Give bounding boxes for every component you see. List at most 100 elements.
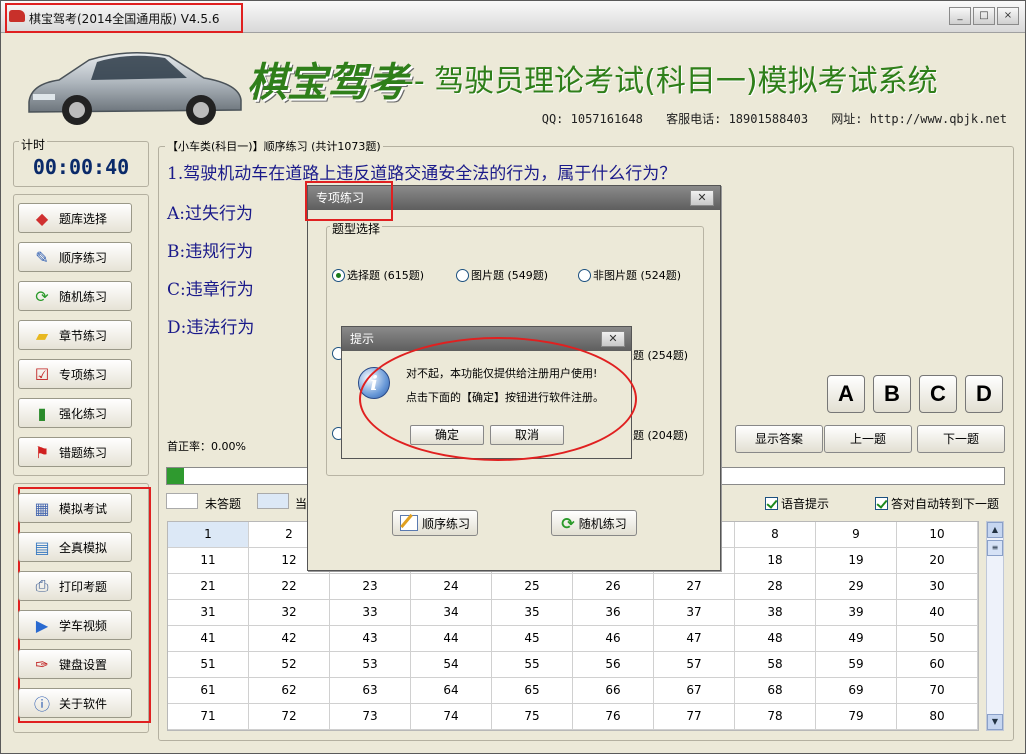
sidebar-tool-button-1[interactable]: ▦ 模拟考试	[18, 493, 132, 523]
question-number-cell[interactable]: 47	[654, 626, 735, 652]
minimize-button[interactable]: _	[949, 7, 971, 25]
auto-next-checkbox[interactable]: 答对自动转到下一题	[875, 495, 999, 512]
question-number-cell[interactable]: 50	[897, 626, 978, 652]
sidebar-tool-button-3[interactable]: ⎙ 打印考题	[18, 571, 132, 601]
answer-b-button[interactable]: B	[873, 375, 911, 413]
option-c[interactable]: C:违章行为	[167, 275, 254, 300]
sidebar-practice-button-2[interactable]: ✎ 顺序练习	[18, 242, 132, 272]
website[interactable]: 网址: http://www.qbjk.net	[831, 112, 1007, 126]
question-number-cell[interactable]: 64	[411, 678, 492, 704]
question-number-cell[interactable]: 39	[816, 600, 897, 626]
question-number-cell[interactable]: 44	[411, 626, 492, 652]
question-number-cell[interactable]: 51	[168, 652, 249, 678]
sidebar-practice-button-4[interactable]: ▰ 章节练习	[18, 320, 132, 350]
question-number-cell[interactable]: 1	[168, 522, 249, 548]
question-number-cell[interactable]: 38	[735, 600, 816, 626]
voice-prompt-checkbox[interactable]: 语音提示	[765, 495, 829, 512]
question-number-cell[interactable]: 59	[816, 652, 897, 678]
random-practice-button[interactable]: ⟳ 随机练习	[551, 510, 637, 536]
question-number-cell[interactable]: 21	[168, 574, 249, 600]
question-number-cell[interactable]: 60	[897, 652, 978, 678]
option-a[interactable]: A:过失行为	[167, 199, 253, 224]
question-number-cell[interactable]: 40	[897, 600, 978, 626]
question-number-cell[interactable]: 41	[168, 626, 249, 652]
sidebar-practice-button-5[interactable]: ☑ 专项练习	[18, 359, 132, 389]
question-number-cell[interactable]: 53	[330, 652, 411, 678]
question-number-cell[interactable]: 37	[654, 600, 735, 626]
question-number-cell[interactable]: 56	[573, 652, 654, 678]
question-number-cell[interactable]: 68	[735, 678, 816, 704]
question-number-cell[interactable]: 45	[492, 626, 573, 652]
question-number-cell[interactable]: 46	[573, 626, 654, 652]
question-number-cell[interactable]: 72	[249, 704, 330, 730]
question-number-cell[interactable]: 76	[573, 704, 654, 730]
sidebar-tool-button-2[interactable]: ▤ 全真模拟	[18, 532, 132, 562]
sidebar-practice-button-1[interactable]: ◆ 题库选择	[18, 203, 132, 233]
question-number-cell[interactable]: 63	[330, 678, 411, 704]
radio-non-picture-questions[interactable]: 非图片题 (524题)	[578, 267, 681, 283]
question-number-cell[interactable]: 70	[897, 678, 978, 704]
question-number-cell[interactable]: 25	[492, 574, 573, 600]
question-number-cell[interactable]: 31	[168, 600, 249, 626]
show-answer-button[interactable]: 显示答案	[735, 425, 823, 453]
prev-question-button[interactable]: 上一题	[824, 425, 912, 453]
option-d[interactable]: D:违法行为	[167, 313, 254, 338]
dialog-close-button[interactable]: ✕	[690, 190, 714, 206]
radio-picture-questions[interactable]: 图片题 (549题)	[456, 267, 548, 283]
question-number-cell[interactable]: 71	[168, 704, 249, 730]
sidebar-tool-button-6[interactable]: ⓘ 关于软件	[18, 688, 132, 718]
question-number-cell[interactable]: 30	[897, 574, 978, 600]
question-number-cell[interactable]: 43	[330, 626, 411, 652]
question-number-cell[interactable]: 19	[816, 548, 897, 574]
scroll-thumb[interactable]: ≡	[987, 540, 1003, 556]
question-number-cell[interactable]: 28	[735, 574, 816, 600]
sidebar-tool-button-5[interactable]: ✑ 键盘设置	[18, 649, 132, 679]
question-number-cell[interactable]: 79	[816, 704, 897, 730]
question-number-cell[interactable]: 8	[735, 522, 816, 548]
question-number-cell[interactable]: 11	[168, 548, 249, 574]
maximize-button[interactable]: □	[973, 7, 995, 25]
question-number-cell[interactable]: 58	[735, 652, 816, 678]
scroll-up-icon[interactable]: ▲	[987, 522, 1003, 538]
option-b[interactable]: B:违规行为	[167, 237, 253, 262]
question-number-cell[interactable]: 34	[411, 600, 492, 626]
question-number-cell[interactable]: 27	[654, 574, 735, 600]
question-number-cell[interactable]: 52	[249, 652, 330, 678]
question-number-cell[interactable]: 10	[897, 522, 978, 548]
question-number-cell[interactable]: 65	[492, 678, 573, 704]
answer-a-button[interactable]: A	[827, 375, 865, 413]
question-number-cell[interactable]: 77	[654, 704, 735, 730]
question-number-cell[interactable]: 26	[573, 574, 654, 600]
question-number-cell[interactable]: 20	[897, 548, 978, 574]
question-number-cell[interactable]: 78	[735, 704, 816, 730]
question-number-cell[interactable]: 75	[492, 704, 573, 730]
scroll-down-icon[interactable]: ▼	[987, 714, 1003, 730]
question-number-cell[interactable]: 61	[168, 678, 249, 704]
question-number-cell[interactable]: 49	[816, 626, 897, 652]
question-number-cell[interactable]: 35	[492, 600, 573, 626]
question-number-cell[interactable]: 23	[330, 574, 411, 600]
question-number-cell[interactable]: 42	[249, 626, 330, 652]
prompt-close-button[interactable]: ✕	[601, 331, 625, 347]
grid-scrollbar[interactable]: ▲ ≡ ▼	[986, 521, 1004, 731]
sequence-practice-button[interactable]: 顺序练习	[392, 510, 478, 536]
question-number-cell[interactable]: 67	[654, 678, 735, 704]
question-number-cell[interactable]: 54	[411, 652, 492, 678]
question-number-cell[interactable]: 66	[573, 678, 654, 704]
question-number-cell[interactable]: 24	[411, 574, 492, 600]
radio-choice-questions[interactable]: 选择题 (615题)	[332, 267, 424, 283]
question-number-cell[interactable]: 62	[249, 678, 330, 704]
close-button[interactable]: ×	[997, 7, 1019, 25]
sidebar-practice-button-3[interactable]: ⟳ 随机练习	[18, 281, 132, 311]
question-number-cell[interactable]: 80	[897, 704, 978, 730]
question-number-cell[interactable]: 22	[249, 574, 330, 600]
sidebar-tool-button-4[interactable]: ▶ 学车视频	[18, 610, 132, 640]
question-number-cell[interactable]: 33	[330, 600, 411, 626]
question-number-cell[interactable]: 73	[330, 704, 411, 730]
answer-d-button[interactable]: D	[965, 375, 1003, 413]
question-number-cell[interactable]: 18	[735, 548, 816, 574]
question-number-cell[interactable]: 29	[816, 574, 897, 600]
question-number-cell[interactable]: 69	[816, 678, 897, 704]
sidebar-practice-button-7[interactable]: ⚑ 错题练习	[18, 437, 132, 467]
question-number-cell[interactable]: 74	[411, 704, 492, 730]
